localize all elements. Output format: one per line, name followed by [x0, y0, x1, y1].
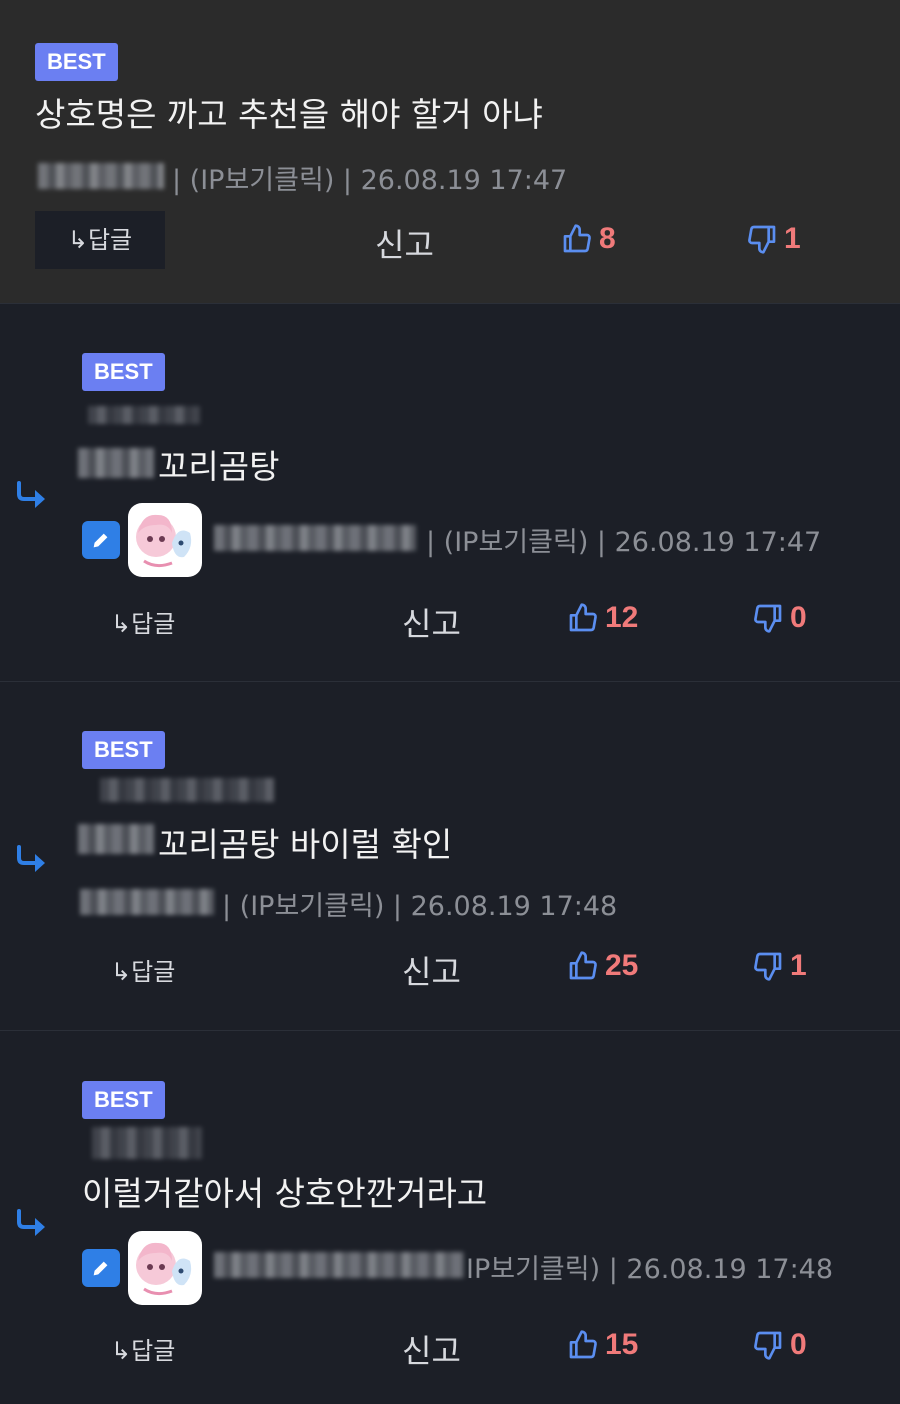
- comment-meta[interactable]: IP보기클릭) | 26.08.19 17:48: [466, 1247, 833, 1286]
- thumbs-down-icon: [754, 952, 782, 981]
- dislike-button[interactable]: 1: [752, 949, 807, 983]
- dislike-count: 1: [790, 949, 807, 982]
- comment-text: 이럴거같아서 상호안깐거라고: [82, 1174, 488, 1213]
- quoted-author-blurred: [100, 778, 274, 802]
- comment-item: BEST 꼬리곰탕 바이럴 확인 | (IP보기클릭) | 26.08.19 1…: [0, 682, 900, 1031]
- comment-item: BEST 이럴거같아서 상호안깐거라고 IP보기클릭) | 26.08.19 1…: [0, 1031, 900, 1404]
- author-name-blurred: [214, 525, 416, 551]
- avatar: [128, 1231, 202, 1305]
- dislike-count: 0: [790, 1328, 807, 1361]
- reply-arrow-icon: [17, 845, 45, 872]
- comment-meta[interactable]: | (IP보기클릭) | 26.08.19 17:47: [172, 158, 567, 197]
- dislike-button[interactable]: 0: [752, 1328, 807, 1362]
- reply-button[interactable]: ↳답글: [35, 211, 165, 269]
- reply-button[interactable]: ↳답글: [111, 952, 175, 987]
- thumbs-up-icon: [569, 603, 597, 632]
- dislike-button[interactable]: 0: [752, 601, 807, 635]
- thumbs-up-icon: [569, 951, 597, 980]
- avatar: [128, 503, 202, 577]
- reply-button[interactable]: ↳답글: [111, 1331, 175, 1366]
- like-button[interactable]: 12: [567, 601, 638, 635]
- mention-blurred: [78, 448, 154, 478]
- thumbs-down-icon: [754, 1331, 782, 1360]
- comment-text: 꼬리곰탕: [158, 447, 280, 486]
- reply-arrow-icon: [17, 1209, 45, 1236]
- mention-blurred: [78, 824, 154, 854]
- thumbs-up-icon: [569, 1330, 597, 1359]
- dislike-count: 1: [784, 222, 801, 255]
- like-button[interactable]: 8: [561, 222, 616, 256]
- like-count: 15: [605, 1328, 639, 1361]
- pencil-icon: [82, 521, 120, 559]
- like-count: 25: [605, 949, 639, 982]
- best-badge: BEST: [82, 353, 165, 391]
- dislike-button[interactable]: 1: [746, 222, 801, 256]
- comment-meta[interactable]: | (IP보기클릭) | 26.08.19 17:47: [426, 520, 821, 559]
- quoted-author-blurred: [88, 406, 200, 424]
- report-button[interactable]: 신고: [402, 599, 461, 645]
- like-button[interactable]: 25: [567, 949, 638, 983]
- reply-arrow-icon: [17, 481, 45, 508]
- comment-item: BEST 꼬리곰탕 | (IP보기클릭) | 26.08.19 17:47 ↳답…: [0, 304, 900, 682]
- best-badge: BEST: [82, 1081, 165, 1119]
- thumbs-down-icon: [748, 225, 776, 254]
- comment-text: 꼬리곰탕 바이럴 확인: [158, 825, 453, 864]
- comment-text: 상호명은 까고 추천을 해야 할거 아냐: [35, 95, 543, 134]
- reply-button[interactable]: ↳답글: [111, 604, 175, 639]
- dislike-count: 0: [790, 601, 807, 634]
- thumbs-up-icon: [563, 224, 591, 253]
- best-badge: BEST: [35, 43, 118, 81]
- like-count: 12: [605, 601, 639, 634]
- best-badge: BEST: [82, 731, 165, 769]
- author-name-blurred: [214, 1252, 464, 1278]
- report-button[interactable]: 신고: [402, 1326, 461, 1372]
- author-name-blurred: [80, 889, 214, 915]
- thumbs-down-icon: [754, 604, 782, 633]
- comment-item: BEST 상호명은 까고 추천을 해야 할거 아냐 | (IP보기클릭) | 2…: [0, 0, 900, 304]
- report-button[interactable]: 신고: [375, 220, 434, 266]
- author-name-blurred: [38, 163, 164, 189]
- quoted-author-blurred: [92, 1127, 202, 1159]
- comment-meta[interactable]: | (IP보기클릭) | 26.08.19 17:48: [222, 884, 617, 923]
- like-button[interactable]: 15: [567, 1328, 638, 1362]
- report-button[interactable]: 신고: [402, 947, 461, 993]
- pencil-icon: [82, 1249, 120, 1287]
- like-count: 8: [599, 222, 616, 255]
